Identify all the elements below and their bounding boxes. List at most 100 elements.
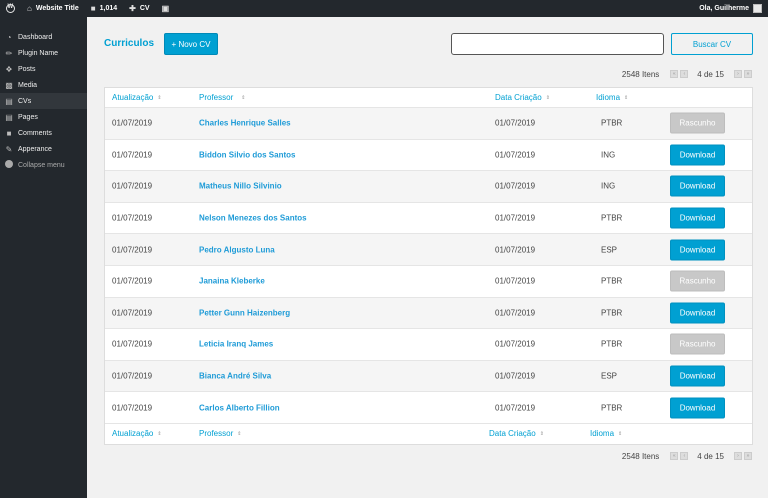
col-idioma[interactable]: Idioma ⇕: [596, 93, 628, 102]
table-row: 01/07/2019 Pedro Algusto Luna 01/07/2019 ES…: [105, 234, 752, 266]
created-date: 01/07/2019: [495, 213, 536, 223]
professor-link[interactable]: Charles Henrique Salles: [199, 119, 291, 128]
sort-icon[interactable]: ⇕: [241, 95, 245, 101]
language: PTBR: [601, 118, 623, 128]
sort-icon[interactable]: ⇕: [624, 95, 628, 101]
table-row: 01/07/2019 Carlos Alberto Fillion 01/07/20…: [105, 392, 752, 424]
col-atualizacao-footer[interactable]: Atualização ⇕: [112, 429, 162, 438]
col-label: Atualização: [112, 429, 154, 439]
page-info: 4 de 15: [697, 451, 724, 461]
wordpress-logo[interactable]: [0, 0, 21, 17]
download-button[interactable]: Download: [670, 239, 725, 261]
comment-icon: ■: [90, 4, 96, 13]
draft-button[interactable]: Rascunho: [670, 270, 725, 292]
created-date: 01/07/2019: [495, 118, 536, 128]
new-cv-button[interactable]: + Novo CV: [164, 33, 218, 55]
new-cv-link[interactable]: ✚ CV: [123, 0, 155, 17]
sidebar-item-label: Dashboard: [18, 33, 53, 41]
professor-link[interactable]: Petter Gunn Haizenberg: [199, 308, 290, 317]
last-page-button[interactable]: »: [744, 452, 752, 460]
col-data-criacao[interactable]: Data Criação ⇕: [495, 93, 550, 102]
created-date: 01/07/2019: [495, 371, 536, 381]
yoast-link[interactable]: ▣: [156, 0, 176, 17]
professor-link[interactable]: Janaina Kleberke: [199, 277, 265, 286]
account-menu[interactable]: Ola, Guilherme: [693, 0, 768, 17]
language: PTBR: [601, 403, 623, 413]
download-button[interactable]: Download: [670, 302, 725, 324]
pagination-top: 2548 Itens « ‹ 4 de 15 › »: [622, 69, 754, 79]
sidebar-item-label: Pages: [18, 113, 38, 121]
first-page-button[interactable]: «: [670, 452, 679, 460]
updated-date: 01/07/2019: [112, 371, 153, 381]
collapse-menu-button[interactable]: Collapse menu: [0, 157, 87, 173]
professor-link[interactable]: Nelson Menezes dos Santos: [199, 214, 307, 223]
download-button[interactable]: Download: [670, 397, 725, 419]
brush-icon: ✎: [5, 144, 13, 154]
table-header: Atualização ⇕ Professor ⇕ Data Criação ⇕ Id…: [105, 88, 752, 108]
table-row: 01/07/2019 Petter Gunn Haizenberg 01/07/20…: [105, 297, 752, 330]
col-professor-footer[interactable]: Professor ⇕: [199, 429, 241, 438]
sidebar-item-plugin-name[interactable]: ✏ Plugin Name: [0, 45, 87, 61]
language: ING: [601, 150, 616, 160]
professor-link[interactable]: Bianca André Silva: [199, 372, 271, 381]
new-cv-label: CV: [139, 5, 150, 12]
updated-date: 01/07/2019: [112, 403, 153, 413]
site-title-link[interactable]: ⌂ Website Title: [21, 0, 85, 17]
language: ESP: [601, 245, 618, 255]
professor-link[interactable]: Carlos Alberto Fillion: [199, 403, 280, 412]
first-page-button[interactable]: «: [670, 70, 679, 78]
sidebar-item-apperance[interactable]: ✎ Apperance: [0, 141, 87, 157]
sidebar-item-posts[interactable]: ❖ Posts: [0, 61, 87, 77]
next-page-button[interactable]: ›: [734, 452, 742, 460]
draft-button[interactable]: Rascunho: [670, 333, 725, 355]
search-button[interactable]: Buscar CV: [671, 33, 753, 55]
sidebar-item-media[interactable]: ▩ Media: [0, 77, 87, 93]
sidebar-item-cvs[interactable]: ▤ CVs: [0, 93, 87, 109]
main-content: Curriculos + Novo CV Buscar CV 2548 Iten…: [87, 17, 768, 498]
sort-icon[interactable]: ⇕: [157, 95, 161, 101]
sidebar-item-label: Collapse menu: [18, 161, 65, 169]
sidebar-item-comments[interactable]: ■ Comments: [0, 125, 87, 141]
pin-icon: ❖: [5, 64, 13, 74]
item-count: 2548 Itens: [621, 69, 660, 79]
table-row: 01/07/2019 Bianca André Silva 01/07/2019 ES…: [105, 360, 752, 393]
professor-link[interactable]: Pedro Algusto Luna: [199, 245, 275, 254]
sidebar-item-dashboard[interactable]: ◔ Dashboard: [0, 29, 87, 45]
download-button[interactable]: Download: [670, 175, 725, 197]
avatar: [753, 4, 762, 13]
prev-page-button[interactable]: ‹: [680, 452, 689, 460]
search-input[interactable]: [451, 33, 664, 55]
sidebar-item-label: Plugin Name: [18, 49, 59, 57]
download-button[interactable]: Download: [670, 365, 725, 387]
yoast-icon: ▣: [161, 4, 170, 13]
col-atualizacao[interactable]: Atualização ⇕: [112, 93, 162, 102]
sort-icon[interactable]: ⇕: [540, 431, 544, 437]
professor-link[interactable]: Biddon Silvio dos Santos: [199, 150, 295, 159]
updated-date: 01/07/2019: [112, 213, 153, 223]
pages-icon: ▤: [5, 96, 13, 106]
draft-button[interactable]: Rascunho: [670, 112, 725, 134]
comments-link[interactable]: ■ 1,014: [85, 0, 123, 17]
sort-icon[interactable]: ⇕: [618, 431, 622, 437]
home-icon: ⌂: [27, 4, 32, 13]
col-idioma-footer[interactable]: Idioma ⇕: [590, 429, 622, 438]
professor-link[interactable]: Leticia Iranq James: [199, 340, 273, 349]
sidebar-item-label: Media: [18, 81, 38, 89]
download-button[interactable]: Download: [670, 144, 725, 166]
created-date: 01/07/2019: [495, 403, 536, 413]
cv-table: Atualização ⇕ Professor ⇕ Data Criação ⇕ Id…: [104, 87, 753, 445]
sort-icon[interactable]: ⇕: [157, 431, 161, 437]
sort-icon[interactable]: ⇕: [237, 431, 241, 437]
sort-icon[interactable]: ⇕: [546, 95, 550, 101]
prev-page-button[interactable]: ‹: [680, 70, 689, 78]
col-label: Idioma: [590, 429, 615, 439]
last-page-button[interactable]: »: [744, 70, 752, 78]
col-data-criacao-footer[interactable]: Data Criação ⇕: [489, 429, 544, 438]
professor-link[interactable]: Matheus Nillo Silvinio: [199, 182, 282, 191]
download-button[interactable]: Download: [670, 207, 725, 229]
sidebar-item-pages[interactable]: ▤ Pages: [0, 109, 87, 125]
col-professor[interactable]: Professor ⇕: [199, 93, 245, 102]
pagination-bottom: 2548 Itens « ‹ 4 de 15 › »: [622, 451, 754, 461]
next-page-button[interactable]: ›: [734, 70, 742, 78]
page-info: 4 de 15: [697, 69, 724, 79]
